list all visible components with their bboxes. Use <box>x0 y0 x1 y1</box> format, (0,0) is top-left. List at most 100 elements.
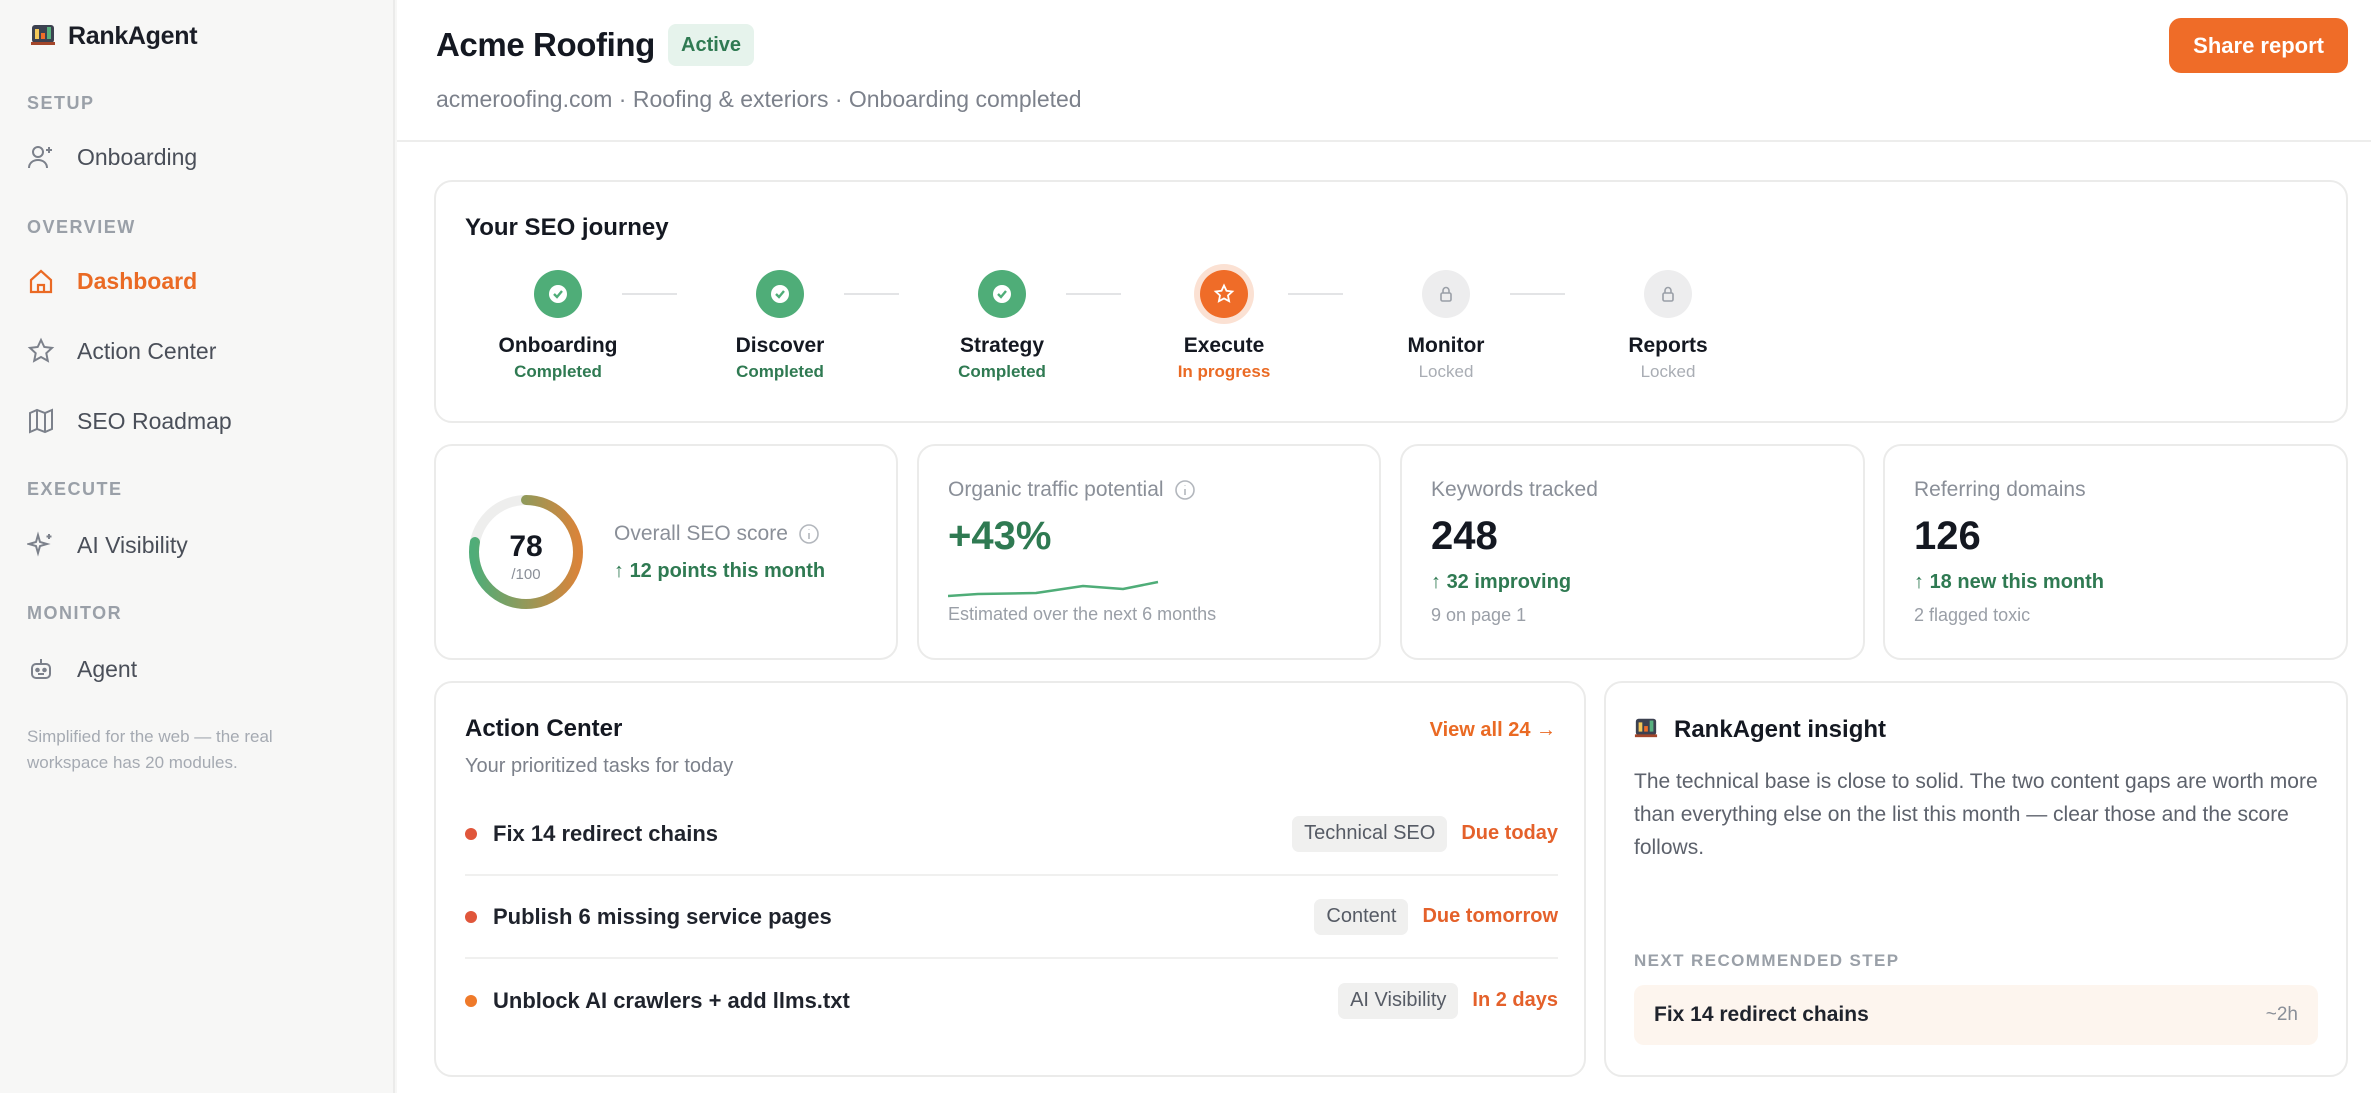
task-due: Due tomorrow <box>1422 905 1558 927</box>
sidebar-item-action-center[interactable]: Action Center <box>27 327 367 375</box>
section-label-monitor: MONITOR <box>27 603 123 623</box>
sidebar-item-label: Dashboard <box>77 267 198 294</box>
logo-icon <box>30 21 56 52</box>
traffic-label: Organic traffic potential <box>948 478 1164 501</box>
task-name: Publish 6 missing service pages <box>493 903 832 929</box>
journey-step-execute[interactable]: Execute In progress <box>1134 270 1314 382</box>
arrow-up-icon: ↑ <box>614 560 630 582</box>
keywords-trend: ↑ 32 improving <box>1431 571 1571 594</box>
score-label: Overall SEO score <box>614 522 788 545</box>
sidebar-item-dashboard[interactable]: Dashboard <box>27 257 367 305</box>
keywords-trend-text: 32 improving <box>1446 571 1572 593</box>
journey-step-onboarding[interactable]: Onboarding Completed <box>468 270 648 382</box>
arrow-up-icon: ↑ <box>1431 571 1447 593</box>
sidebar-item-label: Onboarding <box>77 143 198 170</box>
score-trend: ↑ 12 points this month <box>614 560 825 583</box>
task-name: Unblock AI crawlers + add llms.txt <box>493 987 850 1013</box>
journey-title: Your SEO journey <box>465 214 669 241</box>
sidebar-item-ai-visibility[interactable]: AI Visibility <box>27 521 367 569</box>
journey-step-strategy[interactable]: Strategy Completed <box>912 270 1092 382</box>
logo-icon <box>1634 715 1658 744</box>
task-row[interactable]: Publish 6 missing service pages Content … <box>465 876 1558 959</box>
priority-dot <box>465 994 477 1007</box>
step-state: Completed <box>958 362 1046 381</box>
domains-label: Referring domains <box>1914 478 2086 501</box>
referring-domains-card: Referring domains 126 ↑ 18 new this mont… <box>1883 444 2348 660</box>
step-connector <box>1288 293 1343 295</box>
score-ring: 78 /100 <box>469 495 583 609</box>
share-report-button[interactable]: Share report <box>2169 18 2348 73</box>
task-name: Fix 14 redirect chains <box>493 820 718 846</box>
next-recommended-step[interactable]: Fix 14 redirect chains ~2h <box>1634 985 2318 1045</box>
main-content: Acme Roofing Active acmeroofing.com · Ro… <box>397 0 2371 1093</box>
step-name: Onboarding <box>498 334 618 357</box>
section-label-setup: SETUP <box>27 93 95 113</box>
step-name: Execute <box>1183 334 1265 357</box>
action-center-title: Action Center <box>465 715 623 742</box>
insight-card: RankAgent insight The technical base is … <box>1604 681 2348 1077</box>
check-icon <box>978 270 1026 318</box>
score-value: 78 <box>509 530 542 563</box>
score-label-row: Overall SEO score <box>614 522 820 546</box>
page-header: Acme Roofing Active acmeroofing.com · Ro… <box>397 0 2371 142</box>
task-due: Due today <box>1461 822 1558 844</box>
step-connector <box>844 293 899 295</box>
info-icon[interactable] <box>1174 479 1196 501</box>
sidebar-item-agent[interactable]: Agent <box>27 645 367 693</box>
check-icon <box>756 270 804 318</box>
task-tag: AI Visibility <box>1338 982 1459 1019</box>
domains-value: 126 <box>1914 514 1981 558</box>
arrow-up-icon: ↑ <box>1914 571 1930 593</box>
traffic-foot: Estimated over the next 6 months <box>948 604 1217 624</box>
robot-icon <box>27 653 65 685</box>
next-step-label: NEXT RECOMMENDED STEP <box>1634 951 1900 970</box>
next-step-name: Fix 14 redirect chains <box>1654 1003 1869 1026</box>
sidebar-item-label: SEO Roadmap <box>77 407 232 434</box>
step-connector <box>1066 293 1121 295</box>
star-icon <box>1200 270 1248 318</box>
task-row[interactable]: Unblock AI crawlers + add llms.txt AI Vi… <box>465 959 1558 1042</box>
map-icon <box>27 405 65 437</box>
sidebar-item-label: AI Visibility <box>77 531 188 558</box>
step-name: Reports <box>1628 334 1708 357</box>
lock-icon <box>1644 270 1692 318</box>
page-subtitle: acmeroofing.com · Roofing & exteriors · … <box>436 86 1082 112</box>
task-row[interactable]: Fix 14 redirect chains Technical SEO Due… <box>465 793 1558 876</box>
domains-trend: ↑ 18 new this month <box>1914 571 2104 594</box>
step-state: Locked <box>1640 362 1696 381</box>
journey-step-monitor[interactable]: Monitor Locked <box>1356 270 1536 382</box>
sidebar-note: Simplified for the web — the real worksp… <box>27 727 273 772</box>
sidebar-item-onboarding[interactable]: Onboarding <box>27 133 367 181</box>
view-all-link[interactable]: View all 24 → <box>1430 719 1556 742</box>
task-tag: Technical SEO <box>1292 815 1448 852</box>
insight-body: The technical base is close to solid. Th… <box>1634 770 2318 859</box>
journey-step-reports[interactable]: Reports Locked <box>1578 270 1758 382</box>
brand-name: RankAgent <box>68 21 198 50</box>
check-icon <box>534 270 582 318</box>
section-label-execute: EXECUTE <box>27 479 123 499</box>
next-step-estimate: ~2h <box>2265 1004 2298 1025</box>
page-title: Acme Roofing <box>436 26 655 63</box>
step-state: Locked <box>1418 362 1474 381</box>
lock-icon <box>1422 270 1470 318</box>
step-state: In progress <box>1177 362 1271 381</box>
action-center-card: Action Center View all 24 → Your priorit… <box>434 681 1586 1077</box>
keywords-label: Keywords tracked <box>1431 478 1598 501</box>
insight-title: RankAgent insight <box>1674 715 1887 743</box>
sidebar-item-label: Agent <box>77 655 138 682</box>
home-icon <box>27 265 65 297</box>
step-state: Completed <box>514 362 602 381</box>
priority-dot <box>465 827 477 840</box>
journey-step-discover[interactable]: Discover Completed <box>690 270 870 382</box>
task-tag: Content <box>1314 898 1409 935</box>
brand[interactable]: RankAgent <box>30 18 198 54</box>
traffic-label-row: Organic traffic potential <box>948 478 1196 502</box>
keywords-foot: 9 on page 1 <box>1431 605 1527 625</box>
score-trend-text: 12 points this month <box>629 560 826 582</box>
score-max: /100 <box>511 566 540 583</box>
traffic-potential-card: Organic traffic potential +43% Estimated… <box>917 444 1381 660</box>
user-plus-icon <box>27 141 65 173</box>
info-icon[interactable] <box>798 523 820 545</box>
sidebar-item-seo-roadmap[interactable]: SEO Roadmap <box>27 397 367 445</box>
seo-score-card: 78 /100 Overall SEO score ↑ 12 points th… <box>434 444 898 660</box>
